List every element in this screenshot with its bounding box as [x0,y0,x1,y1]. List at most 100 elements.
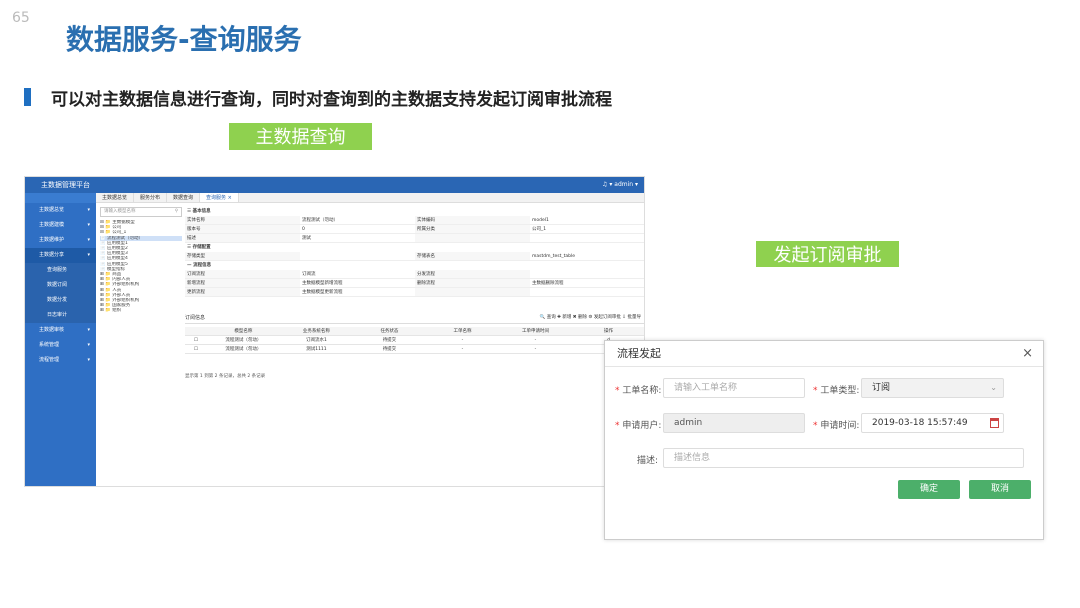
dialog-header: 流程发起 × [605,341,1043,367]
table-cell: 流程测试（勿动） [225,347,262,352]
ticket-type-value: 订阅 [872,383,891,393]
field-value: mastdm_test_table [532,254,576,259]
column-header: 模型名称 [234,329,253,334]
detail-row: 新增流程 主数据模型新增流程 删除流程 主数据删除流程 [185,279,644,288]
subtitle-bar [24,88,31,106]
subtitle-text: 可以对主数据信息进行查询，同时对查询到的主数据支持发起订阅审批流程 [51,89,612,110]
field-value: 主数据模型新增流程 [302,281,343,286]
tab-active[interactable]: 查询服务 × [200,193,239,202]
field-label: 实体名称 [185,216,300,224]
app-screenshot: 主数据管理平台 ♫ ▾ admin ▾ 主数据总览 主数据建模 主数据维护 主数… [24,176,645,487]
model-tree: 请输入模型名称 ⚲ ⊟ 📁 主数据模型 ⊟ 📁 公司 ⊟ 📁 公司_1 📄 流程测… [100,207,182,486]
column-header: 操作 [603,329,613,334]
apply-time-input[interactable]: 2019-03-18 15:57:49 [861,413,1004,433]
field-value: 流程测试（勿动） [302,218,338,223]
field-label: 删除流程 [415,279,530,287]
table-cell: 待提交 [382,338,397,343]
field-label: 存储表名 [415,252,530,260]
column-header: 任务状态 [380,329,399,334]
section-storage: ☰ 存储配置 [187,245,211,250]
table-cell: 测试1111 [306,347,327,352]
field-value [300,252,415,260]
pagination-info: 显示第 1 到第 2 条记录，总共 2 条记录 [185,374,266,379]
field-label: 描述 [185,234,300,242]
table-row[interactable]: ☐ 流程测试（勿动） 测试1111 待提交 - - d [185,345,644,354]
field-label: 订阅流程 [185,270,300,278]
table-cell: 流程测试（勿动） [225,338,262,343]
apply-time-value: 2019-03-18 15:57:49 [872,418,968,428]
table-row[interactable]: ☐ 流程测试（勿动） 订阅流水1 待提交 - - d [185,336,644,345]
detail-row: 实体名称 流程测试（勿动） 实体编码 model1 [185,216,644,225]
user-menu[interactable]: ♫ ▾ admin ▾ [602,177,638,193]
search-icon[interactable]: ⚲ [175,208,178,216]
calendar-icon[interactable] [990,418,999,428]
subscription-actions[interactable]: 🔍 查询 ✚ 新增 ✖ 删除 ⚙ 发起订阅审批 ⇩ 批量导 [540,312,641,324]
detail-row: 订阅流程 订阅流 分发流程 [185,270,644,279]
tab[interactable]: 数据查询 [167,193,201,202]
column-header [185,327,207,335]
detail-row: 更新流程 主数据模型更新流程 [185,288,644,297]
column-header: 业务系统名称 [302,329,330,334]
tree-search-input[interactable]: 请输入模型名称 ⚲ [100,207,182,217]
app-header: 主数据管理平台 ♫ ▾ admin ▾ [25,177,644,193]
tag-subscribe-approval: 发起订阅审批 [756,241,899,267]
confirm-button[interactable]: 确定 [898,480,960,499]
field-value: 主数据删除流程 [532,281,564,286]
sidebar-subitem[interactable]: 日志审计 [25,308,96,323]
table-cell: - [461,338,464,343]
sidebar-search[interactable] [25,193,96,203]
table-header: 模型名称 业务系统名称 任务状态 工单名称 工单申请时间 操作 [185,327,644,336]
description-input[interactable]: 描述信息 [663,448,1024,468]
tab[interactable]: 服务分布 [134,193,168,202]
sidebar-item[interactable]: 系统管理 [25,338,96,353]
field-value [530,288,644,296]
sidebar-subitem[interactable]: 查询服务 [25,263,96,278]
row-checkbox[interactable]: ☐ [185,336,207,344]
subscription-title: 订阅信息 [185,315,206,321]
subscription-table: 模型名称 业务系统名称 任务状态 工单名称 工单申请时间 操作 ☐ 流程测试（勿… [185,327,644,354]
applicant-label: * 申请用户: [615,421,662,431]
section-basic: ☰ 基本信息 [187,209,211,214]
field-label: 实体编码 [415,216,530,224]
table-cell: 待提交 [382,347,397,352]
entity-detail: ☰ 基本信息 实体名称 流程测试（勿动） 实体编码 model1 版本号 0 所属分类 公司… [185,207,644,297]
close-icon[interactable]: × [1022,341,1033,367]
tab[interactable]: 主数据总览 [96,193,135,202]
chevron-down-icon: ⌄ [990,383,997,392]
field-value [530,270,644,278]
table-cell: - [461,347,464,352]
apply-time-label: * 申请时间: [813,421,860,431]
field-label [415,234,530,242]
sidebar-item[interactable]: 主数据审核 [25,323,96,338]
sidebar-item[interactable]: 主数据维护 [25,233,96,248]
sidebar-item[interactable]: 主数据分享 [25,248,96,263]
process-dialog: 流程发起 × * 工单名称: 请输入工单名称 * 工单类型: 订阅 ⌄ * 申请用… [604,340,1044,540]
detail-row: 版本号 0 所属分类 公司_1 [185,225,644,234]
column-header: 工单名称 [453,329,472,334]
field-label [415,288,530,296]
cancel-button[interactable]: 取消 [969,480,1031,499]
sidebar-subitem[interactable]: 数据分发 [25,293,96,308]
tree-search-placeholder: 请输入模型名称 [104,209,136,214]
tree-node[interactable]: ⊞ 📁 组织 [100,308,182,313]
field-value: 0 [302,227,305,232]
ticket-name-input[interactable]: 请输入工单名称 [663,378,805,398]
column-header: 工单申请时间 [521,329,549,334]
sidebar-item[interactable]: 主数据建模 [25,218,96,233]
section-flow: — 流程信息 [187,263,212,268]
tab-bar: 主数据总览 服务分布 数据查询 查询服务 × [96,193,644,203]
sidebar-subitem[interactable]: 数据订阅 [25,278,96,293]
field-value [530,234,644,242]
ticket-type-select[interactable]: 订阅 ⌄ [861,378,1004,398]
field-label: 新增流程 [185,279,300,287]
tag-master-data-query: 主数据查询 [229,123,372,150]
row-checkbox[interactable]: ☐ [185,345,207,353]
sidebar-item[interactable]: 流程管理 [25,353,96,368]
dialog-title: 流程发起 [617,347,661,360]
table-cell: - [534,338,537,343]
sidebar-item[interactable]: 主数据总览 [25,203,96,218]
field-label: 存储类型 [185,252,300,260]
detail-row: 描述 测试 [185,234,644,243]
subscription-toolbar: 订阅信息 🔍 查询 ✚ 新增 ✖ 删除 ⚙ 发起订阅审批 ⇩ 批量导 [185,312,644,324]
table-cell: 订阅流水1 [305,338,327,343]
